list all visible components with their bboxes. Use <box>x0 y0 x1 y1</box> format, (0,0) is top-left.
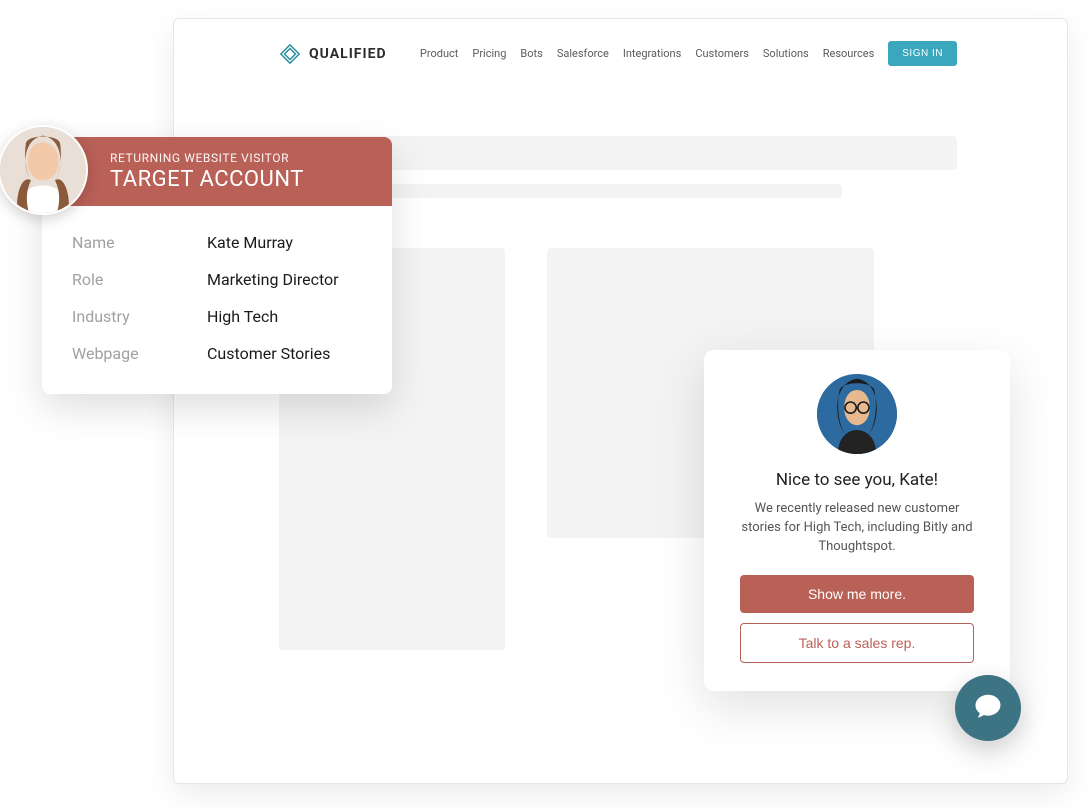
chat-talk-sales-button[interactable]: Talk to a sales rep. <box>740 623 974 663</box>
sign-in-button[interactable]: SIGN IN <box>888 41 957 66</box>
field-label: Industry <box>72 307 207 326</box>
nav-solutions[interactable]: Solutions <box>763 47 809 60</box>
visitor-field: Name Kate Murray <box>72 224 372 261</box>
field-value: Marketing Director <box>207 270 339 289</box>
chat-show-more-button[interactable]: Show me more. <box>740 575 974 613</box>
brand-diamond-icon <box>279 43 301 65</box>
nav-customers[interactable]: Customers <box>695 47 749 60</box>
visitor-avatar <box>0 125 88 215</box>
nav-integrations[interactable]: Integrations <box>623 47 681 60</box>
field-value: Customer Stories <box>207 344 330 363</box>
chat-greeting: Nice to see you, Kate! <box>740 470 974 490</box>
main-nav: Product Pricing Bots Salesforce Integrat… <box>420 41 957 66</box>
nav-pricing[interactable]: Pricing <box>472 47 506 60</box>
visitor-subtitle: RETURNING WEBSITE VISITOR <box>110 151 374 165</box>
nav-bots[interactable]: Bots <box>520 47 542 60</box>
nav-product[interactable]: Product <box>420 47 458 60</box>
chat-message: We recently released new customer storie… <box>740 500 974 557</box>
visitor-body: Name Kate Murray Role Marketing Director… <box>42 206 392 394</box>
nav-resources[interactable]: Resources <box>823 47 875 60</box>
logo[interactable]: QUALIFIED <box>279 43 387 65</box>
visitor-panel: RETURNING WEBSITE VISITOR TARGET ACCOUNT… <box>42 137 392 394</box>
visitor-field: Industry High Tech <box>72 298 372 335</box>
field-label: Name <box>72 233 207 252</box>
field-label: Role <box>72 270 207 289</box>
visitor-field: Webpage Customer Stories <box>72 335 372 372</box>
field-value: High Tech <box>207 307 278 326</box>
visitor-header: RETURNING WEBSITE VISITOR TARGET ACCOUNT <box>42 137 392 206</box>
nav-salesforce[interactable]: Salesforce <box>557 47 609 60</box>
chat-agent-avatar <box>817 374 897 454</box>
brand-name: QUALIFIED <box>309 46 387 62</box>
visitor-field: Role Marketing Director <box>72 261 372 298</box>
chat-launcher-button[interactable] <box>955 675 1021 741</box>
chat-bubble-icon <box>973 691 1003 725</box>
chat-widget: Nice to see you, Kate! We recently relea… <box>704 350 1010 691</box>
header: QUALIFIED Product Pricing Bots Salesforc… <box>174 19 1067 76</box>
field-label: Webpage <box>72 344 207 363</box>
field-value: Kate Murray <box>207 233 293 252</box>
visitor-title: TARGET ACCOUNT <box>110 167 374 192</box>
